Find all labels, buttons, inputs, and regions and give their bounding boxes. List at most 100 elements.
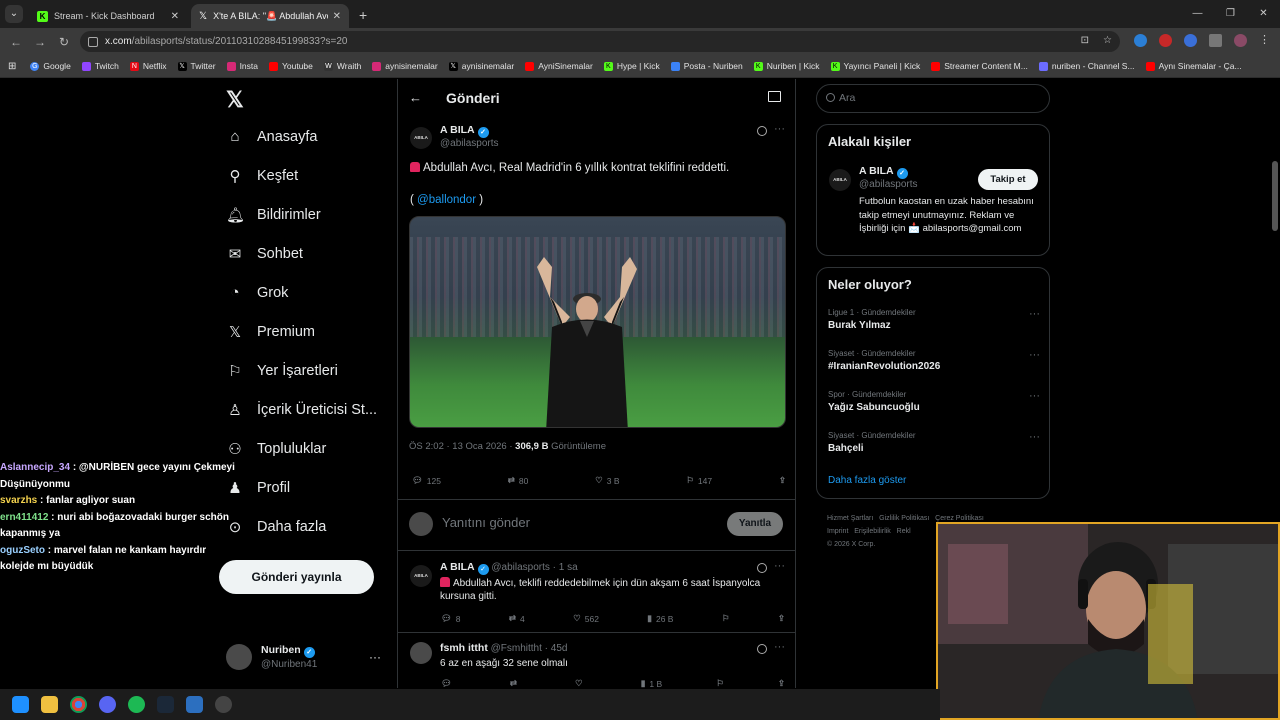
nav-explore[interactable]: ⚲ Keşfet (226, 167, 299, 185)
extension-icon[interactable] (1134, 34, 1147, 47)
browser-tab-kick[interactable]: K Stream - Kick Dashboard ✕ (29, 4, 187, 28)
reader-icon[interactable] (768, 91, 781, 102)
menu-kebab-icon[interactable]: ⋮ (1259, 34, 1272, 47)
show-more-link[interactable]: Daha fazla göster (828, 475, 906, 486)
account-switcher[interactable]: Nuriben ✓ @Nuriben41 ··· (226, 644, 386, 674)
related-user[interactable]: A BILA ✓ @abilasports (859, 165, 918, 190)
repost-action[interactable]: ⇄ 80 (508, 475, 529, 486)
steam-icon[interactable] (157, 696, 174, 713)
apps-icon[interactable]: ⊞ (8, 61, 16, 72)
views-action[interactable]: ▮ 1 B (641, 678, 662, 689)
nav-creator-studio[interactable]: ♙ İçerik Üreticisi St... (226, 401, 377, 419)
trend-item[interactable]: Siyaset · Gündemdekiler Bahçeli ··· (828, 431, 1040, 454)
bookmark-streamer-content[interactable]: Streamer Content M... (931, 61, 1028, 71)
more-icon[interactable]: ··· (774, 560, 785, 572)
mention-link[interactable]: @ballondor (417, 194, 476, 206)
bookmark-nuriben-kick[interactable]: K Nuriben | Kick (753, 61, 820, 71)
grok-icon[interactable] (757, 563, 767, 573)
bookmark-aynisinemalar[interactable]: aynisinemalar (372, 61, 438, 71)
grok-icon[interactable] (757, 126, 767, 136)
avatar[interactable]: ABILA (410, 127, 432, 149)
follow-button[interactable]: Takip et (978, 169, 1038, 190)
bookmark-yayinci-paneli[interactable]: K Yayıncı Paneli | Kick (830, 61, 920, 71)
post-image[interactable] (409, 216, 786, 428)
bookmark-ayni-sinemalar-yt[interactable]: AyniSinemalar (525, 61, 593, 71)
back-button[interactable]: ← (4, 35, 28, 49)
profile-avatar-icon[interactable] (1234, 34, 1247, 47)
bookmark-posta[interactable]: Posta - Nuriben (670, 61, 743, 71)
reply-post[interactable]: fsmh ittht @Fsmhittht · 45d ··· 6 az en … (398, 634, 795, 689)
reload-button[interactable]: ↻ (52, 35, 76, 49)
reply-post[interactable]: ABILA A BILA ✓ @abilasports · 1 sa ··· Ab… (398, 553, 795, 633)
url-field[interactable]: x.com/abilasports/status/201103102884519… (80, 31, 1120, 52)
shield-icon[interactable] (1184, 34, 1197, 47)
repost-action[interactable]: ⇄ (510, 678, 521, 689)
back-arrow-icon[interactable]: ← (409, 90, 422, 105)
bookmark-netflix[interactable]: N Netflix (129, 61, 167, 71)
nav-chat[interactable]: ✉ Sohbet (226, 245, 303, 263)
tab-search-button[interactable]: ⌄ (5, 5, 23, 23)
grok-icon[interactable] (757, 644, 767, 654)
star-icon[interactable]: ☆ (1103, 35, 1112, 46)
reply-action[interactable]: 💬︎ 8 (441, 613, 461, 624)
post-button[interactable]: Gönderi yayınla (219, 560, 374, 594)
forward-button[interactable]: → (28, 35, 52, 49)
bookmark-action[interactable]: ⚐ 147 (686, 475, 712, 486)
avatar[interactable] (410, 642, 432, 664)
discord-icon[interactable] (99, 696, 116, 713)
close-window-button[interactable]: ✕ (1247, 0, 1280, 28)
bookmark-hype-kick[interactable]: K Hype | Kick (603, 61, 660, 71)
more-icon[interactable]: ··· (1029, 349, 1040, 361)
like-action[interactable]: ♡ (575, 678, 587, 689)
nav-notifications[interactable]: 🔔︎ Bildirimler (226, 206, 321, 224)
nav-premium[interactable]: 𝕏 Premium (226, 323, 315, 341)
minimize-button[interactable]: — (1181, 0, 1214, 28)
bookmark-ayni-sinemalar-ca[interactable]: Aynı Sinemalar - Ça... (1145, 61, 1242, 71)
bookmark-wraith[interactable]: W Wraith (323, 61, 361, 71)
bookmark-action[interactable]: ⚐ (716, 678, 724, 689)
page-scrollbar[interactable] (1272, 161, 1278, 231)
nav-grok[interactable]: ◔ Grok (226, 284, 288, 301)
extension-icon[interactable] (1159, 34, 1172, 47)
chrome-icon[interactable] (70, 696, 87, 713)
nav-bookmarks[interactable]: ⚐ Yer İşaretleri (226, 362, 338, 380)
app-icon[interactable] (186, 696, 203, 713)
trend-item[interactable]: Ligue 1 · Gündemdekiler Burak Yılmaz ··· (828, 308, 1040, 331)
close-icon[interactable]: ✕ (333, 11, 341, 22)
trend-item[interactable]: Siyaset · Gündemdekiler #IranianRevolutio… (828, 349, 1040, 372)
obs-icon[interactable] (215, 696, 232, 713)
avatar[interactable]: ABILA (829, 169, 851, 191)
nav-communities[interactable]: ⚇ Topluluklar (226, 440, 326, 458)
more-icon[interactable]: ··· (369, 650, 381, 664)
nav-home[interactable]: ⌂ Anasayfa (226, 128, 317, 145)
share-action[interactable]: ⇪ (779, 475, 786, 486)
more-icon[interactable]: ··· (1029, 431, 1040, 443)
trend-item[interactable]: Spor · Gündemdekiler Yağız Sabuncuoğlu ··· (828, 390, 1040, 413)
file-explorer-icon[interactable] (41, 696, 58, 713)
reply-action[interactable]: 💬︎ 125 (412, 475, 441, 486)
bookmark-twitch[interactable]: Twitch (81, 61, 119, 71)
maximize-button[interactable]: ❐ (1214, 0, 1247, 28)
new-tab-button[interactable]: + (359, 7, 367, 23)
bookmark-twitter[interactable]: 𝕏 Twitter (177, 61, 216, 71)
windows-start-icon[interactable] (12, 696, 29, 713)
bookmark-insta[interactable]: Insta (226, 61, 258, 71)
share-action[interactable]: ⇪ (778, 678, 785, 689)
reply-button[interactable]: Yanıtla (727, 512, 783, 536)
nav-more[interactable]: ⊙ Daha fazla (226, 518, 327, 536)
search-input[interactable]: Ara (816, 84, 1050, 113)
puzzle-icon[interactable] (1209, 34, 1222, 47)
reply-action[interactable]: 💬︎ (441, 678, 456, 689)
avatar[interactable]: ABILA (410, 565, 432, 587)
more-icon[interactable]: ··· (1029, 390, 1040, 402)
views-action[interactable]: ▮ 26 B (647, 613, 673, 624)
spotify-icon[interactable] (128, 696, 145, 713)
more-icon[interactable]: ··· (1029, 308, 1040, 320)
repost-action[interactable]: ⇄ 4 (509, 613, 525, 624)
x-logo-icon[interactable]: 𝕏 (226, 87, 244, 113)
install-icon[interactable]: ⊡ (1081, 35, 1089, 46)
bookmark-channel[interactable]: nuriben - Channel S... (1038, 61, 1135, 71)
like-action[interactable]: ♡ 3 B (595, 475, 619, 486)
browser-tab-x[interactable]: 𝕏 X'te A BILA: "🚨 Abdullah Avcı, ✕ (191, 4, 349, 28)
post-author[interactable]: A BILA ✓ @abilasports (440, 124, 499, 149)
